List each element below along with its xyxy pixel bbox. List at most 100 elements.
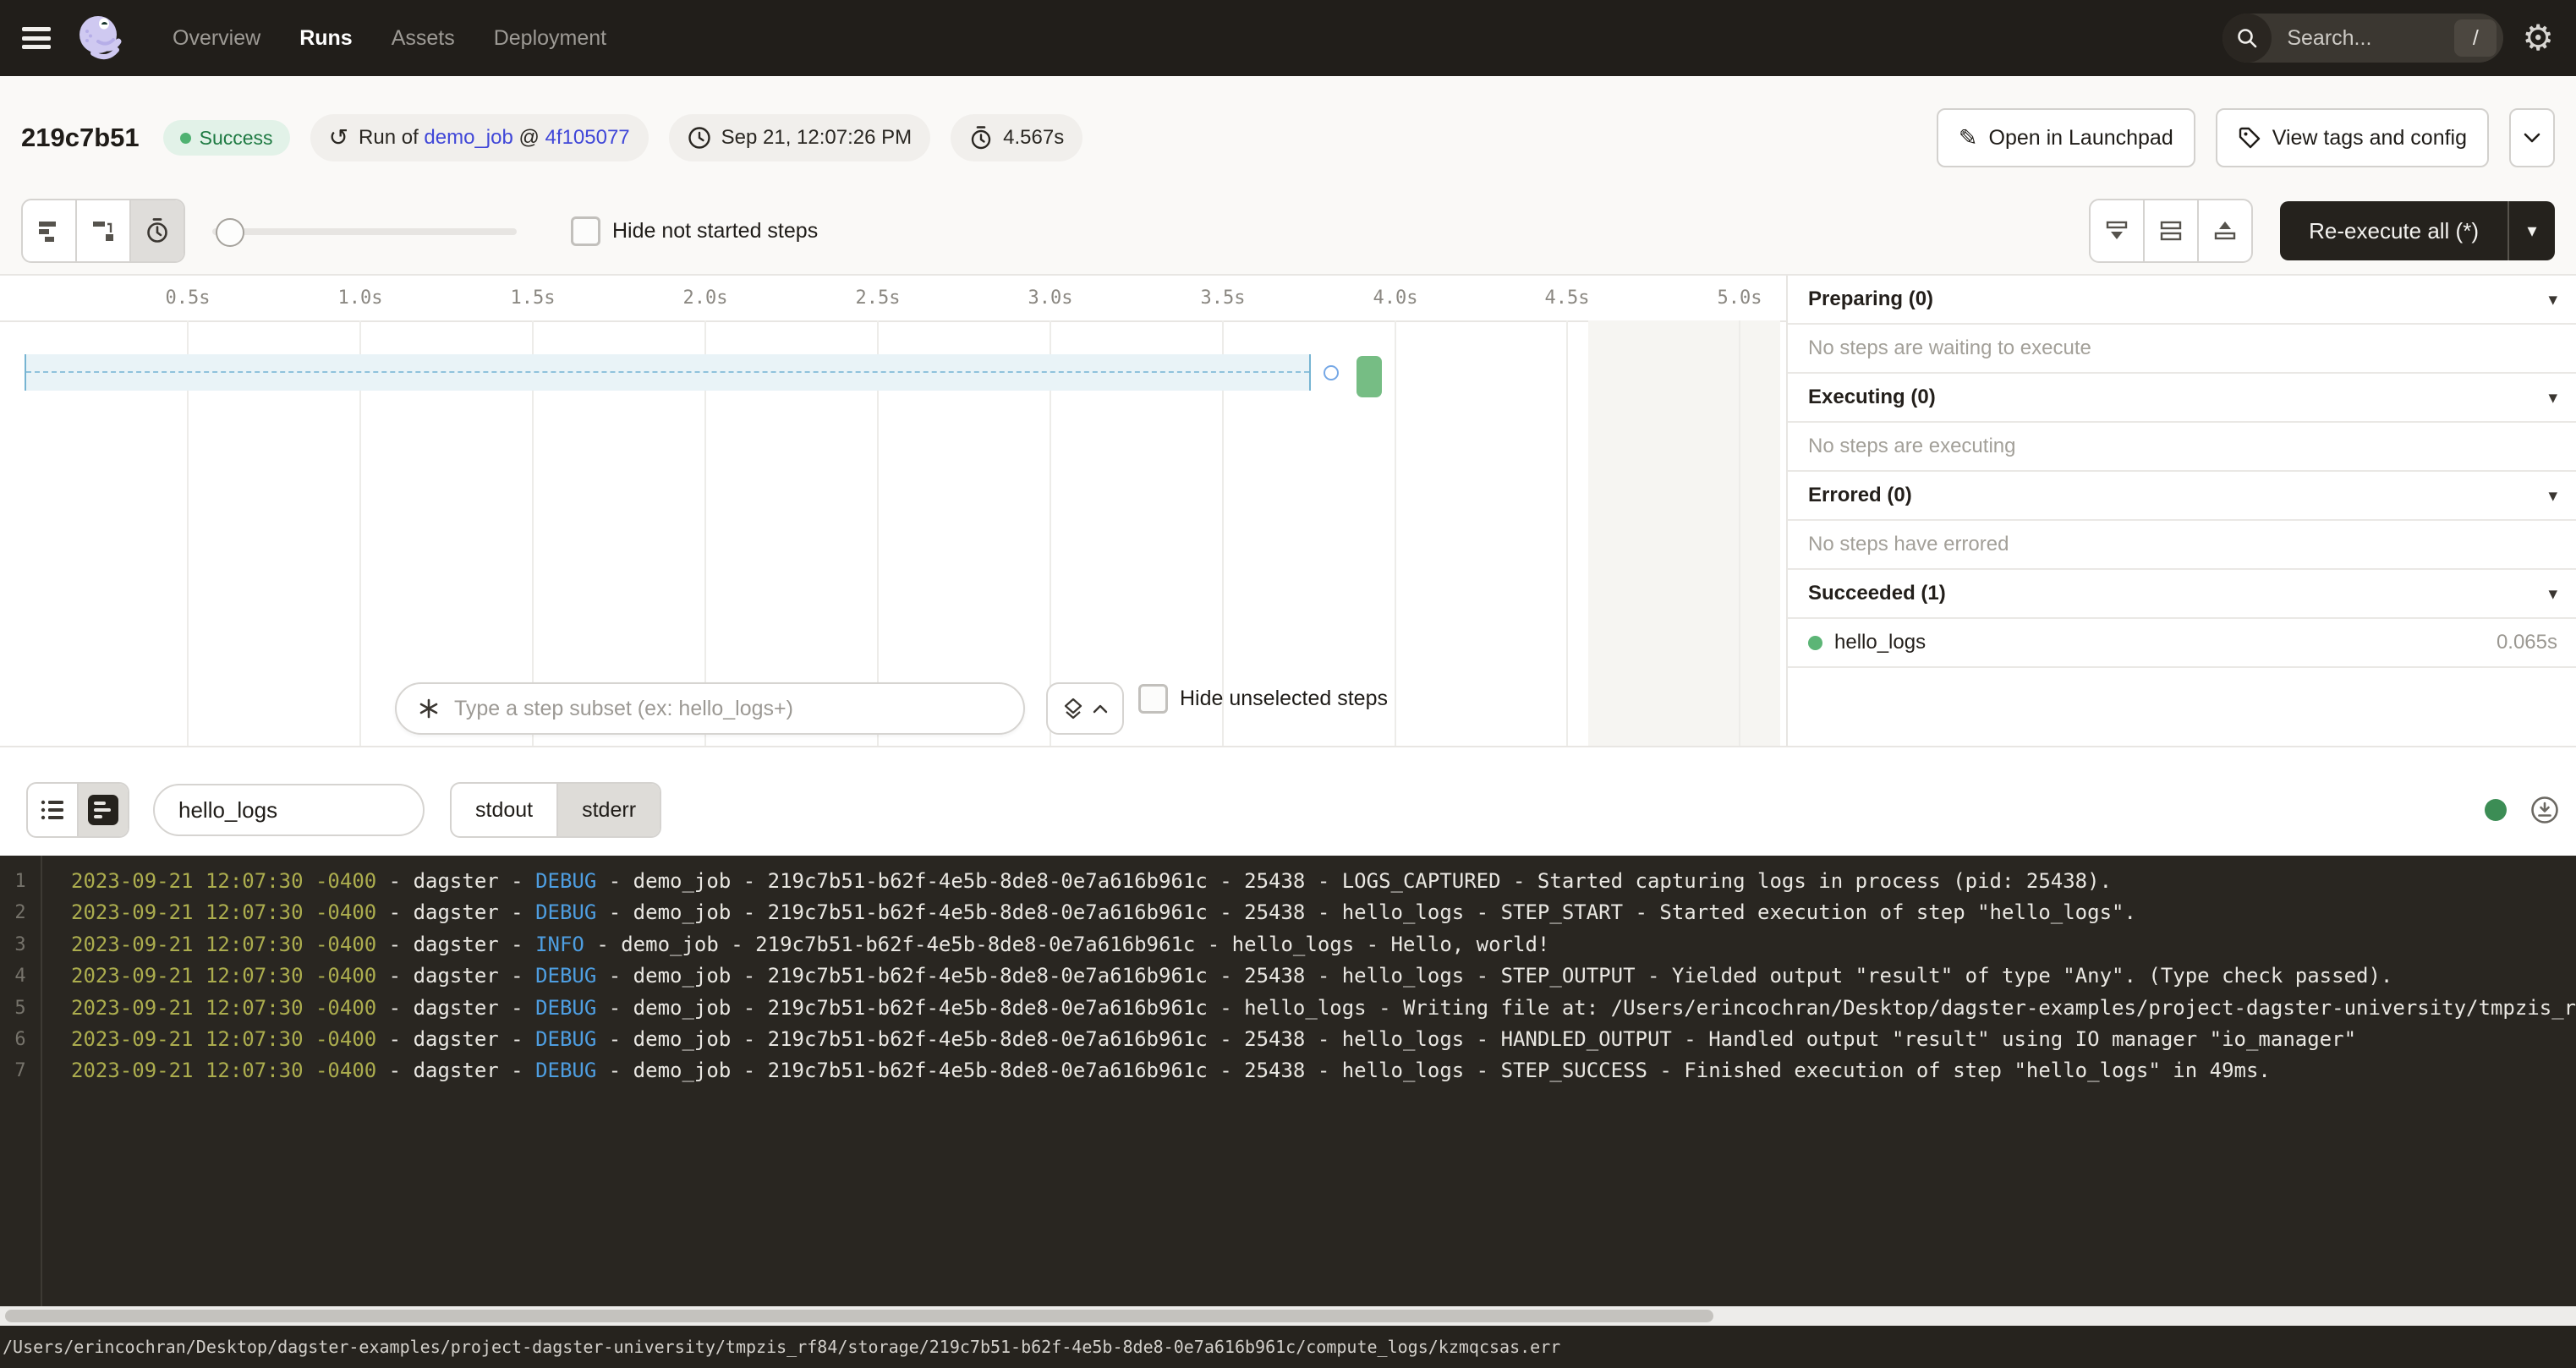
- executing-empty-row: No steps are executing: [1788, 423, 2576, 472]
- reexecute-all-button[interactable]: Re-execute all (*): [2280, 218, 2507, 244]
- nav-item-assets[interactable]: Assets: [392, 26, 455, 51]
- chevron-up-icon: [1093, 704, 1108, 714]
- step-subset-placeholder: Type a step subset (ex: hello_logs+): [454, 697, 793, 721]
- chevron-down-icon[interactable]: ▾: [2548, 485, 2557, 506]
- clock-icon: [688, 126, 711, 150]
- step-duration: 0.065s: [2497, 631, 2557, 654]
- panel-layout-group: [2089, 199, 2253, 263]
- axis-tick: 2.5s: [856, 287, 901, 309]
- reexecute-split-button: Re-execute all (*) ▾: [2280, 201, 2555, 260]
- hamburger-menu-icon[interactable]: [22, 27, 51, 49]
- graph-query-options-button[interactable]: [1046, 682, 1124, 735]
- log-line: 6 2023-09-21 12:07:30 -0400 - dagster - …: [0, 1024, 2576, 1055]
- log-path-status-bar: /Users/erincochran/Desktop/dagster-examp…: [0, 1326, 2576, 1368]
- horizontal-scrollbar[interactable]: [0, 1306, 2576, 1326]
- search-input[interactable]: Search... /: [2222, 14, 2503, 63]
- layers-icon: [1062, 697, 1084, 720]
- step-status-panel: Preparing (0) ▾ No steps are waiting to …: [1786, 276, 2576, 747]
- run-id-title: 219c7b51: [21, 123, 140, 153]
- settings-gear-icon[interactable]: ⚙: [2522, 20, 2554, 56]
- step-start-marker-icon: [1324, 365, 1339, 380]
- gantt-toolbar: Hide not started steps Re-execute all (*…: [21, 200, 2555, 261]
- run-actions-dropdown-button[interactable]: [2509, 108, 2555, 167]
- zoom-slider[interactable]: [212, 200, 517, 261]
- dagster-logo-icon[interactable]: [76, 13, 123, 63]
- slider-knob[interactable]: [216, 218, 244, 247]
- expand-top-icon[interactable]: [2197, 200, 2251, 261]
- history-icon: ↺: [329, 126, 348, 150]
- nav-item-runs[interactable]: Runs: [299, 26, 353, 51]
- log-line: 1 2023-09-21 12:07:30 -0400 - dagster - …: [0, 866, 2576, 897]
- hide-unselected-control: Hide unselected steps: [1138, 684, 1388, 714]
- step-row-hello-logs[interactable]: hello_logs 0.065s: [1788, 619, 2576, 668]
- chevron-down-icon: [2523, 132, 2541, 144]
- log-line: 7 2023-09-21 12:07:30 -0400 - dagster - …: [0, 1055, 2576, 1086]
- reexecute-dropdown-caret[interactable]: ▾: [2509, 220, 2555, 242]
- axis-tick: 1.5s: [511, 287, 556, 309]
- view-flat-icon[interactable]: [23, 200, 75, 261]
- errored-empty-row: No steps have errored: [1788, 521, 2576, 570]
- open-in-launchpad-button[interactable]: ✎ Open in Launchpad: [1937, 108, 2195, 167]
- dagster-run-page: Overview Runs Assets Deployment Search..…: [0, 0, 2576, 1368]
- section-header-executing[interactable]: Executing (0) ▾: [1788, 374, 2576, 423]
- step-bar-hello-logs[interactable]: [1357, 356, 1382, 397]
- section-header-errored[interactable]: Errored (0) ▾: [1788, 472, 2576, 521]
- search-icon: [2222, 14, 2272, 63]
- chevron-down-icon[interactable]: ▾: [2548, 289, 2557, 310]
- success-dot-icon: [1808, 636, 1822, 650]
- log-line: 3 2023-09-21 12:07:30 -0400 - dagster - …: [0, 929, 2576, 960]
- search-shortcut-badge: /: [2454, 19, 2497, 57]
- scrollbar-thumb[interactable]: [5, 1310, 1713, 1322]
- preparing-empty-row: No steps are waiting to execute: [1788, 325, 2576, 374]
- split-view-icon[interactable]: [2143, 200, 2197, 261]
- nav-item-overview[interactable]: Overview: [173, 26, 260, 51]
- log-file-path: /Users/erincochran/Desktop/dagster-examp…: [3, 1337, 1560, 1357]
- log-toolbar: hello_logs stdout stderr: [0, 747, 2576, 856]
- log-step-filter-input[interactable]: hello_logs: [153, 784, 425, 836]
- raw-log-console[interactable]: 1 2023-09-21 12:07:30 -0400 - dagster - …: [0, 856, 2576, 1306]
- raw-log-view-icon[interactable]: [77, 784, 128, 836]
- view-timed-icon[interactable]: [129, 200, 184, 261]
- hide-not-started-control: Hide not started steps: [571, 216, 818, 246]
- log-line: 4 2023-09-21 12:07:30 -0400 - dagster - …: [0, 960, 2576, 992]
- gridline: [1566, 320, 1568, 747]
- download-log-icon[interactable]: [2530, 796, 2559, 824]
- tab-stderr[interactable]: stderr: [556, 784, 660, 836]
- axis-tick: 4.0s: [1373, 287, 1418, 309]
- gridline: [1395, 320, 1396, 747]
- structured-log-view-icon[interactable]: [28, 784, 77, 836]
- after-run-end-shade: [1588, 320, 1780, 747]
- view-waterfall-icon[interactable]: [75, 200, 129, 261]
- run-title-row: 219c7b51 Success ↺ Run of demo_job @ 4f1…: [21, 108, 2555, 167]
- hide-not-started-checkbox[interactable]: [571, 216, 600, 246]
- stdout-stderr-group: stdout stderr: [450, 782, 661, 838]
- tab-stdout[interactable]: stdout: [452, 784, 556, 836]
- search-placeholder: Search...: [2287, 26, 2454, 51]
- log-view-mode-group: [26, 782, 129, 838]
- log-capture-status-icon: [2485, 799, 2507, 821]
- axis-tick: 0.5s: [166, 287, 211, 309]
- section-header-preparing[interactable]: Preparing (0) ▾: [1788, 276, 2576, 325]
- run-span-band: [25, 354, 1311, 391]
- main-nav: Overview Runs Assets Deployment: [173, 26, 606, 51]
- commit-link[interactable]: 4f105077: [545, 126, 630, 149]
- hide-unselected-checkbox[interactable]: [1138, 684, 1168, 714]
- slider-track: [212, 228, 517, 235]
- gantt-chart: 0.5s 1.0s 1.5s 2.0s 2.5s 3.0s 3.5s 4.0s …: [0, 276, 1786, 747]
- duration-pill: 4.567s: [951, 114, 1082, 161]
- axis-tick: 5.0s: [1718, 287, 1762, 309]
- gantt-time-axis: 0.5s 1.0s 1.5s 2.0s 2.5s 3.0s 3.5s 4.0s …: [0, 276, 1786, 322]
- section-header-succeeded[interactable]: Succeeded (1) ▾: [1788, 570, 2576, 619]
- nav-item-deployment[interactable]: Deployment: [494, 26, 606, 51]
- run-of-pill: ↺ Run of demo_job @ 4f105077: [310, 114, 649, 161]
- run-header: 219c7b51 Success ↺ Run of demo_job @ 4f1…: [0, 76, 2576, 274]
- collapse-bottom-icon[interactable]: [2091, 200, 2143, 261]
- stopwatch-icon: [969, 125, 993, 150]
- axis-tick: 1.0s: [338, 287, 383, 309]
- chevron-down-icon[interactable]: ▾: [2548, 387, 2557, 408]
- step-subset-input[interactable]: Type a step subset (ex: hello_logs+): [395, 682, 1025, 735]
- view-tags-config-button[interactable]: View tags and config: [2216, 108, 2489, 167]
- job-link[interactable]: demo_job: [424, 126, 512, 149]
- gridline: [1739, 320, 1740, 747]
- chevron-down-icon[interactable]: ▾: [2548, 583, 2557, 605]
